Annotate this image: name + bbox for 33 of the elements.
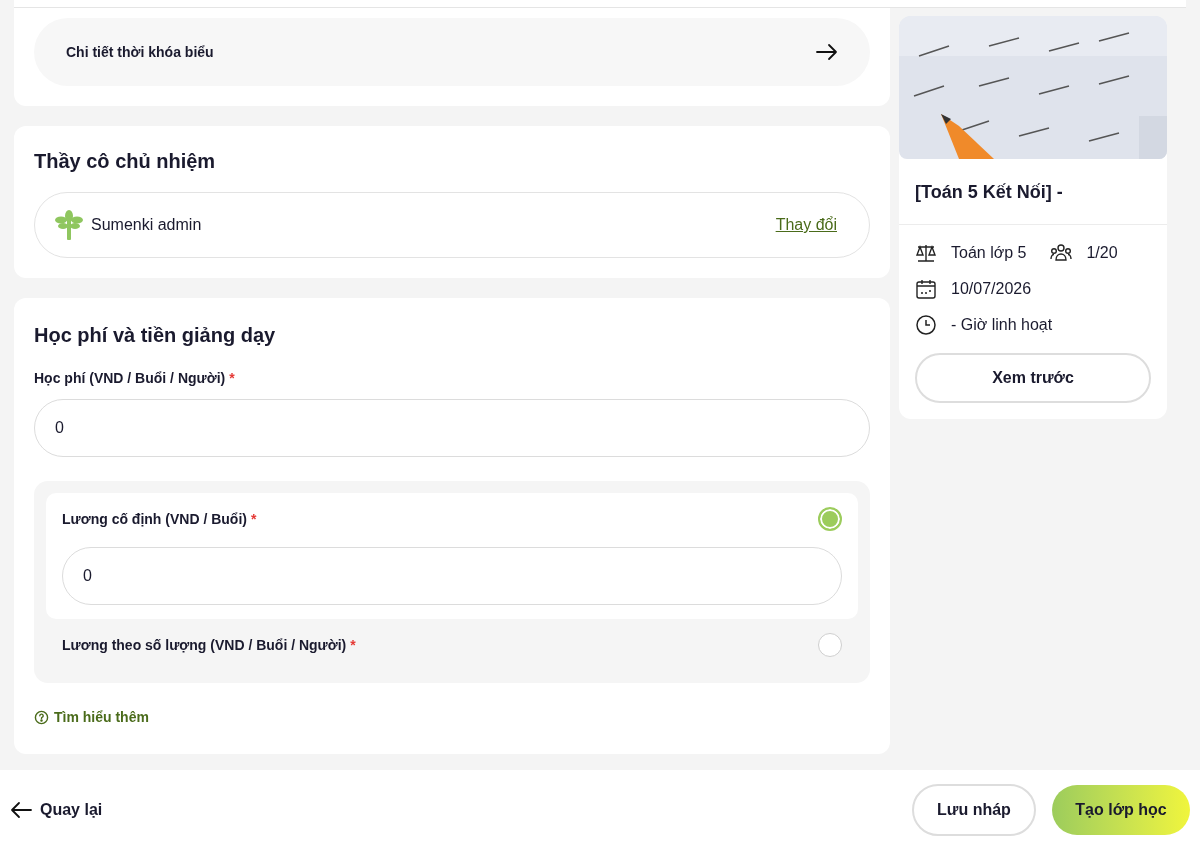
student-count: 1/20: [1086, 243, 1118, 263]
scale-icon: [915, 243, 937, 263]
option-label: Lương cố định (VND / Buổi): [62, 509, 247, 529]
tree-icon: [55, 210, 83, 240]
learn-more-link[interactable]: Tìm hiểu thêm: [54, 707, 149, 728]
calendar-icon: [915, 278, 937, 300]
arrow-right-icon: [816, 43, 838, 61]
change-link[interactable]: Thay đổi: [775, 213, 837, 237]
class-title: [Toán 5 Kết Nối] -: [899, 159, 1167, 225]
input-field[interactable]: 0: [34, 399, 870, 457]
create-class-button[interactable]: Tạo lớp học: [1052, 784, 1190, 835]
radio-button[interactable]: [818, 507, 842, 531]
section-title: Học phí và tiền giảng dạy: [34, 323, 277, 348]
clock-icon: [915, 314, 937, 336]
group-icon: [1050, 243, 1073, 263]
required-mark: *: [250, 509, 257, 529]
input-field[interactable]: 0: [62, 547, 842, 605]
schedule-link[interactable]: Chi tiết thời khóa biểu: [34, 18, 870, 86]
preview-button[interactable]: Xem trước: [915, 353, 1151, 403]
help-icon: [34, 710, 49, 725]
subject-text: Toán lớp 5: [951, 243, 1027, 263]
arrow-left-icon: [10, 800, 32, 819]
back-link[interactable]: Quay lại: [10, 797, 103, 822]
required-mark: *: [229, 369, 235, 388]
save-draft-button[interactable]: Lưu nháp: [912, 783, 1036, 836]
date-text: 10/07/2026: [951, 279, 1032, 299]
section-title: Thầy cô chủ nhiệm: [34, 149, 217, 174]
time-text: - Giờ linh hoạt: [951, 315, 1053, 335]
option-label: Lương theo số lượng (VND / Buổi / Người): [62, 635, 347, 655]
teacher-name: Sumenki admin: [91, 215, 202, 235]
required-mark: *: [350, 635, 356, 655]
radio-button[interactable]: [818, 633, 842, 657]
field-label: Học phí (VND / Buổi / Người): [34, 369, 226, 388]
